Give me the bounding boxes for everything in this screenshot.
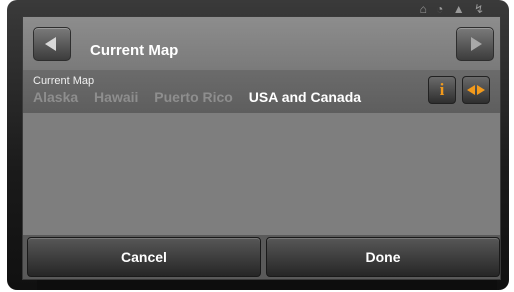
cancel-button[interactable]: Cancel [27,237,261,277]
map-option-usa-canada[interactable]: USA and Canada [249,89,361,105]
row-label: Current Map [33,75,95,87]
back-button[interactable] [33,27,71,61]
done-button[interactable]: Done [266,237,500,277]
footer-bar: Cancel Done [23,235,500,279]
chevron-right-icon [471,37,482,51]
current-map-row[interactable]: Current Map Alaska Hawaii Puerto Rico US… [23,70,500,113]
map-option-puerto-rico[interactable]: Puerto Rico [154,89,233,105]
title-bar: Current Map [23,17,500,70]
chevron-left-icon [45,37,56,51]
info-icon: i [439,80,445,99]
info-button[interactable]: i [428,76,456,104]
map-option-alaska[interactable]: Alaska [33,89,78,105]
status-icons: ⌂ ◔ ▲ ↯ [419,2,487,16]
current-map-dialog: Current Map Current Map Alaska Hawaii Pu… [22,16,501,280]
page-title: Current Map [90,42,179,59]
map-options: Alaska Hawaii Puerto Rico USA and Canada [33,89,373,105]
map-option-hawaii[interactable]: Hawaii [94,89,138,105]
forward-button[interactable] [456,27,494,61]
swap-button[interactable] [462,76,490,104]
